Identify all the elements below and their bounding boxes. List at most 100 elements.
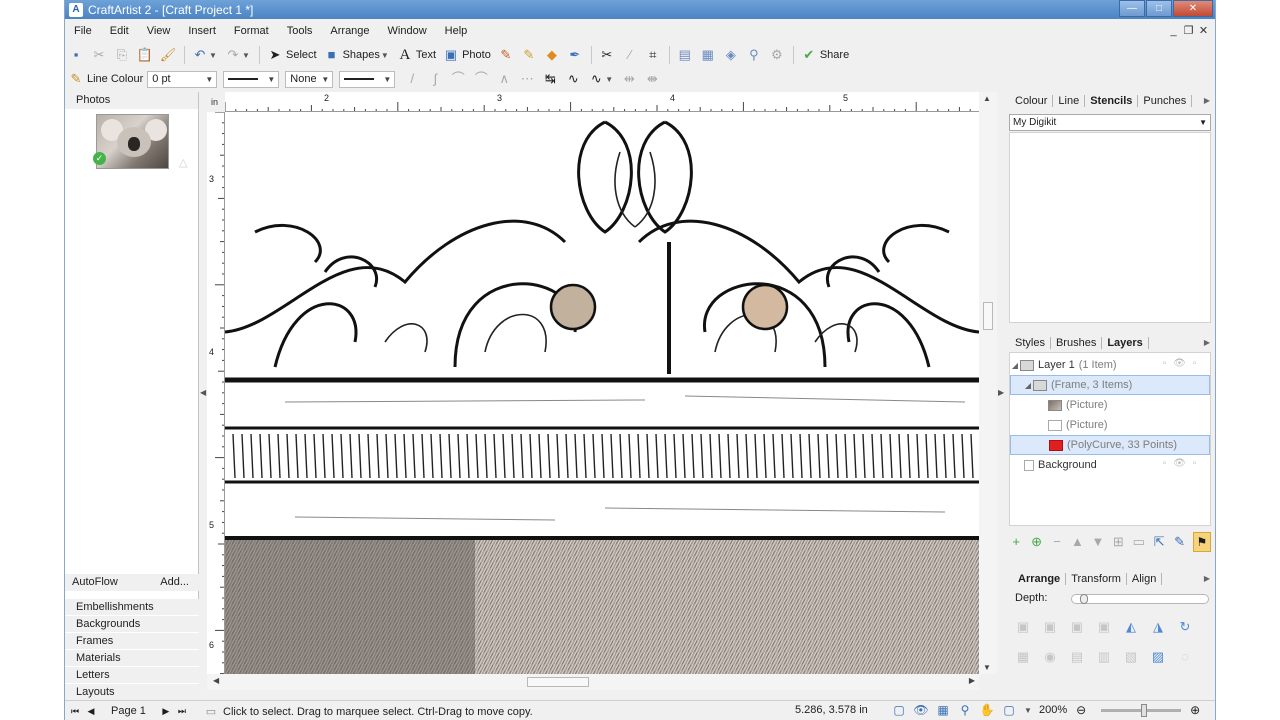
zoom-tool-icon[interactable]: ⚲ <box>957 702 973 718</box>
merge-layer-icon[interactable]: ⊞ <box>1111 534 1125 550</box>
add-group-icon[interactable]: ⊕ <box>1029 534 1043 550</box>
previous-page-icon[interactable]: ◀ <box>83 703 99 719</box>
menu-tools[interactable]: Tools <box>278 21 322 42</box>
wave-button[interactable]: ∿ ▼ <box>585 69 617 89</box>
sticker-tool-button[interactable]: ▦ <box>697 45 719 65</box>
fit-page-icon[interactable]: ▢ <box>1001 702 1017 718</box>
doc-restore-button[interactable]: ❐ <box>1181 21 1196 42</box>
line-width-dropdown[interactable]: 0 pt ▼ <box>147 70 218 88</box>
cut-button[interactable]: ✂ <box>88 45 110 65</box>
tab-stencils[interactable]: Stencils <box>1085 94 1139 107</box>
eye-icon[interactable]: 👁 <box>1172 358 1187 369</box>
ornamental-frame-artwork[interactable] <box>225 112 979 674</box>
collapse-right-icon[interactable]: ▶ <box>998 388 1004 397</box>
layer-row-layer1[interactable]: ◢ Layer 1 (1 Item) ▫ 👁 ▫ <box>1010 355 1210 375</box>
doc-close-button[interactable]: ✕ <box>1196 21 1211 42</box>
cutout-tool-button[interactable]: ⁄ <box>619 45 641 65</box>
first-page-icon[interactable]: ⏮ <box>67 703 83 719</box>
lock-object-icon[interactable]: ▧ <box>1123 649 1139 665</box>
close-window-button[interactable]: ✕ <box>1173 0 1213 17</box>
menu-arrange[interactable]: Arrange <box>321 21 378 42</box>
panel-options-icon[interactable]: ▶ <box>1204 96 1210 105</box>
collapse-icon[interactable]: ◢ <box>1010 361 1020 370</box>
align-nodes-button[interactable]: ⇹ <box>618 69 640 89</box>
align-icon[interactable]: ▤ <box>1069 649 1085 665</box>
collapse-left-icon[interactable]: ◀ <box>200 388 206 397</box>
layer-properties-icon[interactable]: ⚑ <box>1192 532 1212 552</box>
add-layer-icon[interactable]: + <box>1009 534 1023 550</box>
break-curve-button[interactable]: ⋯ <box>516 69 538 89</box>
pen-tool-button[interactable]: ✒ <box>564 45 586 65</box>
stencil-gallery[interactable] <box>1009 132 1211 323</box>
page-view-icon[interactable]: ▢ <box>891 702 907 718</box>
settings-tool-button[interactable]: ⚙ <box>766 45 788 65</box>
arrow-start-dropdown[interactable]: None ▼ <box>285 70 334 88</box>
tab-colour[interactable]: Colour <box>1010 94 1054 107</box>
tab-line[interactable]: Line <box>1053 94 1086 107</box>
tab-punches[interactable]: Punches <box>1138 94 1193 107</box>
zoom-slider-knob[interactable] <box>1141 703 1148 717</box>
tab-align[interactable]: Align <box>1127 572 1163 585</box>
panel-options-icon[interactable]: ▶ <box>1204 338 1210 347</box>
ruler-vertical[interactable]: 3 4 5 6 <box>207 112 225 674</box>
save-button[interactable]: ▪ <box>65 45 87 65</box>
collapse-icon[interactable]: ◢ <box>1023 381 1033 390</box>
crop-object-icon[interactable]: ▨ <box>1150 649 1166 665</box>
tab-brushes[interactable]: Brushes <box>1051 336 1103 349</box>
straight-line-button[interactable]: / <box>401 69 423 89</box>
pin-tool-button[interactable]: ⚲ <box>743 45 765 65</box>
line-colour-button[interactable]: ✎ Line Colour <box>65 69 146 89</box>
ungroup-icon[interactable]: ◉ <box>1042 649 1058 665</box>
next-page-icon[interactable]: ▶ <box>158 703 174 719</box>
move-up-icon[interactable]: ▲ <box>1070 534 1084 550</box>
zoom-slider[interactable] <box>1101 703 1182 717</box>
scroll-right-icon[interactable]: ▶ <box>969 676 975 685</box>
text-tool-button[interactable]: A Text <box>394 45 439 65</box>
preview-icon[interactable]: 👁 <box>913 702 929 718</box>
reverse-curve-button[interactable]: ↹ <box>539 69 561 89</box>
copy-button[interactable]: ⎘ <box>111 45 133 65</box>
menu-view[interactable]: View <box>138 21 180 42</box>
zoom-out-icon[interactable]: ⊖ <box>1073 702 1089 718</box>
stamp-tool-button[interactable]: ▤ <box>674 45 696 65</box>
flip-horizontal-icon[interactable]: ◮ <box>1150 619 1166 635</box>
grid-icon[interactable]: ▦ <box>935 702 951 718</box>
scroll-left-icon[interactable]: ◀ <box>213 676 219 685</box>
share-button[interactable]: ✔ Share <box>798 45 852 65</box>
ruler-horizontal[interactable]: 2 3 4 5 <box>225 92 979 112</box>
send-to-back-icon[interactable]: ▣ <box>1096 619 1112 635</box>
zoom-in-icon[interactable]: ⊕ <box>1187 702 1203 718</box>
vertical-scrollbar[interactable]: ▲ ▼ <box>979 92 997 674</box>
send-backward-icon[interactable]: ▣ <box>1069 619 1085 635</box>
join-curve-button[interactable]: ∿ <box>562 69 584 89</box>
scroll-up-icon[interactable]: ▲ <box>983 94 991 103</box>
format-painter-button[interactable]: 🖌 <box>157 45 179 65</box>
scroll-down-icon[interactable]: ▼ <box>983 663 991 672</box>
horizontal-scrollbar[interactable]: ◀ ▶ <box>207 674 979 690</box>
smooth-node-button[interactable]: ⌒ <box>447 69 469 89</box>
fill-tool-button[interactable]: ◆ <box>541 45 563 65</box>
tab-arrange[interactable]: Arrange <box>1013 572 1067 585</box>
category-embellishments[interactable]: Embellishments <box>65 599 199 616</box>
shapes-tool-button[interactable]: ■ Shapes ▼ <box>321 45 393 65</box>
print-icon[interactable]: ▫ <box>1187 458 1202 469</box>
layer-row-polycurve[interactable]: (PolyCurve, 33 Points) <box>1010 435 1210 455</box>
menu-file[interactable]: File <box>65 21 101 42</box>
layer-row-frame[interactable]: ◢ (Frame, 3 Items) <box>1010 375 1210 395</box>
panel-options-icon[interactable]: ▶ <box>1204 574 1210 583</box>
maximize-button[interactable]: □ <box>1146 0 1172 17</box>
line-style-dropdown[interactable]: ▼ <box>223 70 280 88</box>
flip-vertical-icon[interactable]: ◭ <box>1123 619 1139 635</box>
category-backgrounds[interactable]: Backgrounds <box>65 616 199 633</box>
category-materials[interactable]: Materials <box>65 650 199 667</box>
lock-icon[interactable]: ▫ <box>1157 458 1172 469</box>
color-pick-button[interactable]: ◈ <box>720 45 742 65</box>
menu-help[interactable]: Help <box>436 21 477 42</box>
minimize-button[interactable]: — <box>1119 0 1145 17</box>
symmetric-node-button[interactable]: ⌒ <box>470 69 492 89</box>
bring-to-front-icon[interactable]: ▣ <box>1015 619 1031 635</box>
menu-insert[interactable]: Insert <box>179 21 225 42</box>
group-icon[interactable]: ▦ <box>1015 649 1031 665</box>
layer-row-picture-2[interactable]: (Picture) <box>1010 415 1210 435</box>
tab-styles[interactable]: Styles <box>1010 336 1051 349</box>
